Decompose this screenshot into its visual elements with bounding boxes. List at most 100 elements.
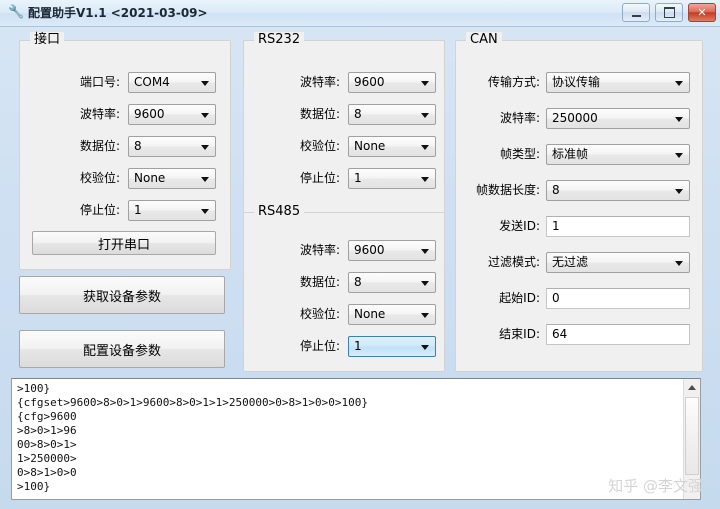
set-device-params-button[interactable]: 配置设备参数 bbox=[19, 330, 225, 368]
minimize-icon bbox=[623, 4, 649, 21]
can-sendid-value: 1 bbox=[552, 219, 560, 233]
chevron-down-icon bbox=[675, 81, 683, 86]
wrench-icon: 🔧 bbox=[8, 5, 25, 20]
can-frametype-label: 帧类型: bbox=[499, 147, 540, 161]
can-group: CAN 传输方式: 协议传输 波特率: 250000 帧类型: 标准帧 帧数据长… bbox=[455, 32, 703, 372]
can-group-legend: CAN bbox=[466, 32, 502, 48]
chevron-down-icon bbox=[201, 113, 209, 118]
scroll-up-icon[interactable] bbox=[684, 379, 700, 396]
minimize-button[interactable] bbox=[622, 3, 651, 22]
maximize-button[interactable] bbox=[655, 3, 684, 22]
rs485-stopbits-value: 1 bbox=[354, 339, 362, 353]
rs232-databits-value: 8 bbox=[354, 107, 362, 121]
can-baud-label: 波特率: bbox=[499, 111, 540, 125]
baud-value: 9600 bbox=[134, 107, 165, 121]
stopbits-combo[interactable]: 1 bbox=[128, 200, 216, 221]
rs485-databits-label: 数据位: bbox=[299, 275, 340, 289]
rs232-databits-combo[interactable]: 8 bbox=[348, 104, 436, 125]
chevron-down-icon bbox=[675, 153, 683, 158]
open-port-button[interactable]: 打开串口 bbox=[32, 231, 216, 255]
rs232-stopbits-label: 停止位: bbox=[299, 171, 340, 185]
rs232-parity-value: None bbox=[354, 139, 386, 153]
can-sendid-input[interactable]: 1 bbox=[546, 216, 690, 237]
rs485-stopbits-combo[interactable]: 1 bbox=[348, 336, 436, 357]
rs232-databits-label: 数据位: bbox=[299, 107, 340, 121]
rs485-group-legend: RS485 bbox=[254, 204, 305, 220]
parity-label: 校验位: bbox=[79, 171, 120, 185]
databits-value: 8 bbox=[134, 139, 142, 153]
chevron-down-icon bbox=[421, 81, 429, 86]
rs232-parity-combo[interactable]: None bbox=[348, 136, 436, 157]
window-title: 配置助手V1.1 <2021-03-09> bbox=[28, 6, 208, 20]
rs485-baud-combo[interactable]: 9600 bbox=[348, 240, 436, 261]
can-startid-value: 0 bbox=[552, 291, 560, 305]
rs232-parity-label: 校验位: bbox=[299, 139, 340, 153]
can-transmode-value: 协议传输 bbox=[552, 75, 601, 89]
parity-combo[interactable]: None bbox=[128, 168, 216, 189]
can-baud-combo[interactable]: 250000 bbox=[546, 108, 690, 129]
log-output-text: >100} {cfgset>9600>8>0>1>9600>8>0>1>1>25… bbox=[17, 382, 368, 493]
chevron-down-icon bbox=[675, 117, 683, 122]
chevron-down-icon bbox=[201, 145, 209, 150]
scrollbar-thumb[interactable] bbox=[685, 397, 699, 475]
can-frametype-combo[interactable]: 标准帧 bbox=[546, 144, 690, 165]
can-filtermode-combo[interactable]: 无过滤 bbox=[546, 252, 690, 273]
chevron-down-icon bbox=[201, 177, 209, 182]
chevron-down-icon bbox=[421, 313, 429, 318]
rs232-baud-value: 9600 bbox=[354, 75, 385, 89]
client-area: 接口 端口号: COM4 波特率: 9600 数据位: 8 校验位: None … bbox=[3, 26, 717, 506]
can-transmode-combo[interactable]: 协议传输 bbox=[546, 72, 690, 93]
can-frametype-value: 标准帧 bbox=[552, 147, 589, 161]
rs232-group: RS232 波特率: 9600 数据位: 8 校验位: None 停止位: 1 bbox=[243, 32, 445, 214]
chevron-down-icon bbox=[421, 145, 429, 150]
rs485-databits-combo[interactable]: 8 bbox=[348, 272, 436, 293]
interface-group-legend: 接口 bbox=[30, 32, 65, 48]
title-bar: 🔧 配置助手V1.1 <2021-03-09> ✕ bbox=[0, 0, 720, 27]
port-label: 端口号: bbox=[79, 75, 120, 89]
parity-value: None bbox=[134, 171, 166, 185]
port-combo[interactable]: COM4 bbox=[128, 72, 216, 93]
port-value: COM4 bbox=[134, 75, 170, 89]
can-transmode-label: 传输方式: bbox=[487, 75, 540, 89]
get-device-params-button[interactable]: 获取设备参数 bbox=[19, 276, 225, 314]
chevron-down-icon bbox=[675, 189, 683, 194]
log-output-box[interactable]: >100} {cfgset>9600>8>0>1>9600>8>0>1>1>25… bbox=[11, 378, 701, 500]
rs485-baud-value: 9600 bbox=[354, 243, 385, 257]
can-framelen-label: 帧数据长度: bbox=[475, 183, 540, 197]
baud-label: 波特率: bbox=[79, 107, 120, 121]
rs485-baud-label: 波特率: bbox=[299, 243, 340, 257]
baud-combo[interactable]: 9600 bbox=[128, 104, 216, 125]
close-icon: ✕ bbox=[697, 6, 707, 19]
maximize-icon bbox=[656, 4, 682, 21]
chevron-down-icon bbox=[421, 345, 429, 350]
can-endid-input[interactable]: 64 bbox=[546, 324, 690, 345]
can-sendid-label: 发送ID: bbox=[499, 219, 540, 233]
rs485-group: RS485 波特率: 9600 数据位: 8 校验位: None 停止位: 1 bbox=[243, 204, 445, 372]
can-framelen-combo[interactable]: 8 bbox=[546, 180, 690, 201]
can-filtermode-value: 无过滤 bbox=[552, 255, 589, 269]
rs485-parity-label: 校验位: bbox=[299, 307, 340, 321]
can-filtermode-label: 过滤模式: bbox=[487, 255, 540, 269]
can-baud-value: 250000 bbox=[552, 111, 598, 125]
chevron-down-icon bbox=[421, 177, 429, 182]
databits-combo[interactable]: 8 bbox=[128, 136, 216, 157]
rs485-stopbits-label: 停止位: bbox=[299, 339, 340, 353]
chevron-down-icon bbox=[201, 81, 209, 86]
rs232-baud-combo[interactable]: 9600 bbox=[348, 72, 436, 93]
window-controls: ✕ bbox=[621, 3, 716, 23]
rs232-group-legend: RS232 bbox=[254, 32, 305, 48]
rs232-stopbits-value: 1 bbox=[354, 171, 362, 185]
close-button[interactable]: ✕ bbox=[688, 3, 716, 22]
can-framelen-value: 8 bbox=[552, 183, 560, 197]
databits-label: 数据位: bbox=[79, 139, 120, 153]
chevron-down-icon bbox=[201, 209, 209, 214]
chevron-down-icon bbox=[675, 261, 683, 266]
can-endid-value: 64 bbox=[552, 327, 568, 341]
rs485-parity-combo[interactable]: None bbox=[348, 304, 436, 325]
rs232-stopbits-combo[interactable]: 1 bbox=[348, 168, 436, 189]
watermark-text: 知乎 @李文强 bbox=[608, 477, 703, 495]
can-endid-label: 结束ID: bbox=[499, 327, 540, 341]
interface-group: 接口 端口号: COM4 波特率: 9600 数据位: 8 校验位: None … bbox=[19, 32, 231, 270]
chevron-down-icon bbox=[421, 249, 429, 254]
can-startid-input[interactable]: 0 bbox=[546, 288, 690, 309]
